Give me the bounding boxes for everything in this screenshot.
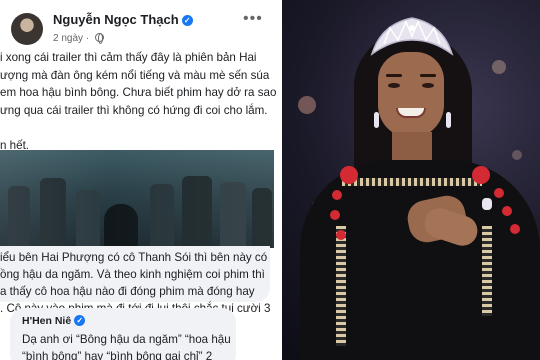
post-line: em hoa hậu bình bông. Chưa biết phim hay… xyxy=(0,86,277,99)
red-tassel xyxy=(340,166,358,184)
earring xyxy=(446,112,451,128)
earring xyxy=(374,112,379,128)
bokeh-light xyxy=(298,96,316,114)
dress-trim xyxy=(342,178,482,186)
comment-line: a thấy cô hoa hậu nào đi đóng phim mà đó… xyxy=(0,285,255,298)
post-trailer-image[interactable] xyxy=(0,150,274,248)
reply-line: Dạ anh ơi “Bông hậu da ngăm” “hoa hậu xyxy=(22,333,231,346)
red-tassel xyxy=(494,188,504,198)
more-options-icon[interactable]: ••• xyxy=(243,10,263,28)
reply-author-name[interactable]: H'Hen Niê xyxy=(22,315,71,327)
post-header: Nguyễn Ngọc Thạch ✓ 2 ngày · ••• xyxy=(0,0,278,52)
comment-line: ồng hậu da ngăm. Và theo kinh nghiệm coi… xyxy=(0,268,265,281)
post-meta: 2 ngày · xyxy=(53,33,104,44)
verified-badge-icon: ✓ xyxy=(181,15,193,26)
post-line: ưng qua cái trailer thì không có hứng đi… xyxy=(0,103,268,117)
verified-badge-icon: ✓ xyxy=(74,315,86,326)
post-line: i xong cái trailer thì cảm thấy đây là p… xyxy=(0,51,257,64)
dress-trim xyxy=(482,226,492,316)
red-tassel xyxy=(332,190,342,200)
post-author[interactable]: Nguyễn Ngọc Thạch ✓ xyxy=(53,12,193,27)
face xyxy=(378,52,444,138)
red-tassel xyxy=(336,230,346,240)
globe-icon xyxy=(94,33,104,44)
author-avatar[interactable] xyxy=(11,13,43,45)
dress-trim xyxy=(336,226,346,346)
red-tassel xyxy=(510,224,520,234)
red-tassel xyxy=(472,166,490,184)
post-author-name[interactable]: Nguyễn Ngọc Thạch xyxy=(53,12,179,27)
bokeh-light xyxy=(492,60,506,74)
brooch xyxy=(482,198,492,210)
meta-separator: · xyxy=(85,33,90,44)
post-body: i xong cái trailer thì cảm thấy đây là p… xyxy=(0,49,278,154)
comment-body: iểu bên Hai Phượng có cô Thanh Sói thì b… xyxy=(0,249,270,317)
post-line: ượng mà đàn ông kém nổi tiếng và màu mè … xyxy=(0,68,270,82)
red-tassel xyxy=(502,206,512,216)
post-time[interactable]: 2 ngày xyxy=(53,33,83,44)
portrait-photo xyxy=(282,0,540,360)
reply-line: “bình bông” hay “bình bông gai chỉ” 2 xyxy=(22,350,213,360)
facebook-post-screenshot: Nguyễn Ngọc Thạch ✓ 2 ngày · ••• i xong c… xyxy=(0,0,278,360)
reply-author[interactable]: H'Hen Niê ✓ xyxy=(22,315,86,327)
reply-body: Dạ anh ơi “Bông hậu da ngăm” “hoa hậu “b… xyxy=(22,331,231,360)
red-tassel xyxy=(330,210,340,220)
bokeh-light xyxy=(512,150,522,160)
comment-line: iểu bên Hai Phượng có cô Thanh Sói thì b… xyxy=(0,251,268,264)
